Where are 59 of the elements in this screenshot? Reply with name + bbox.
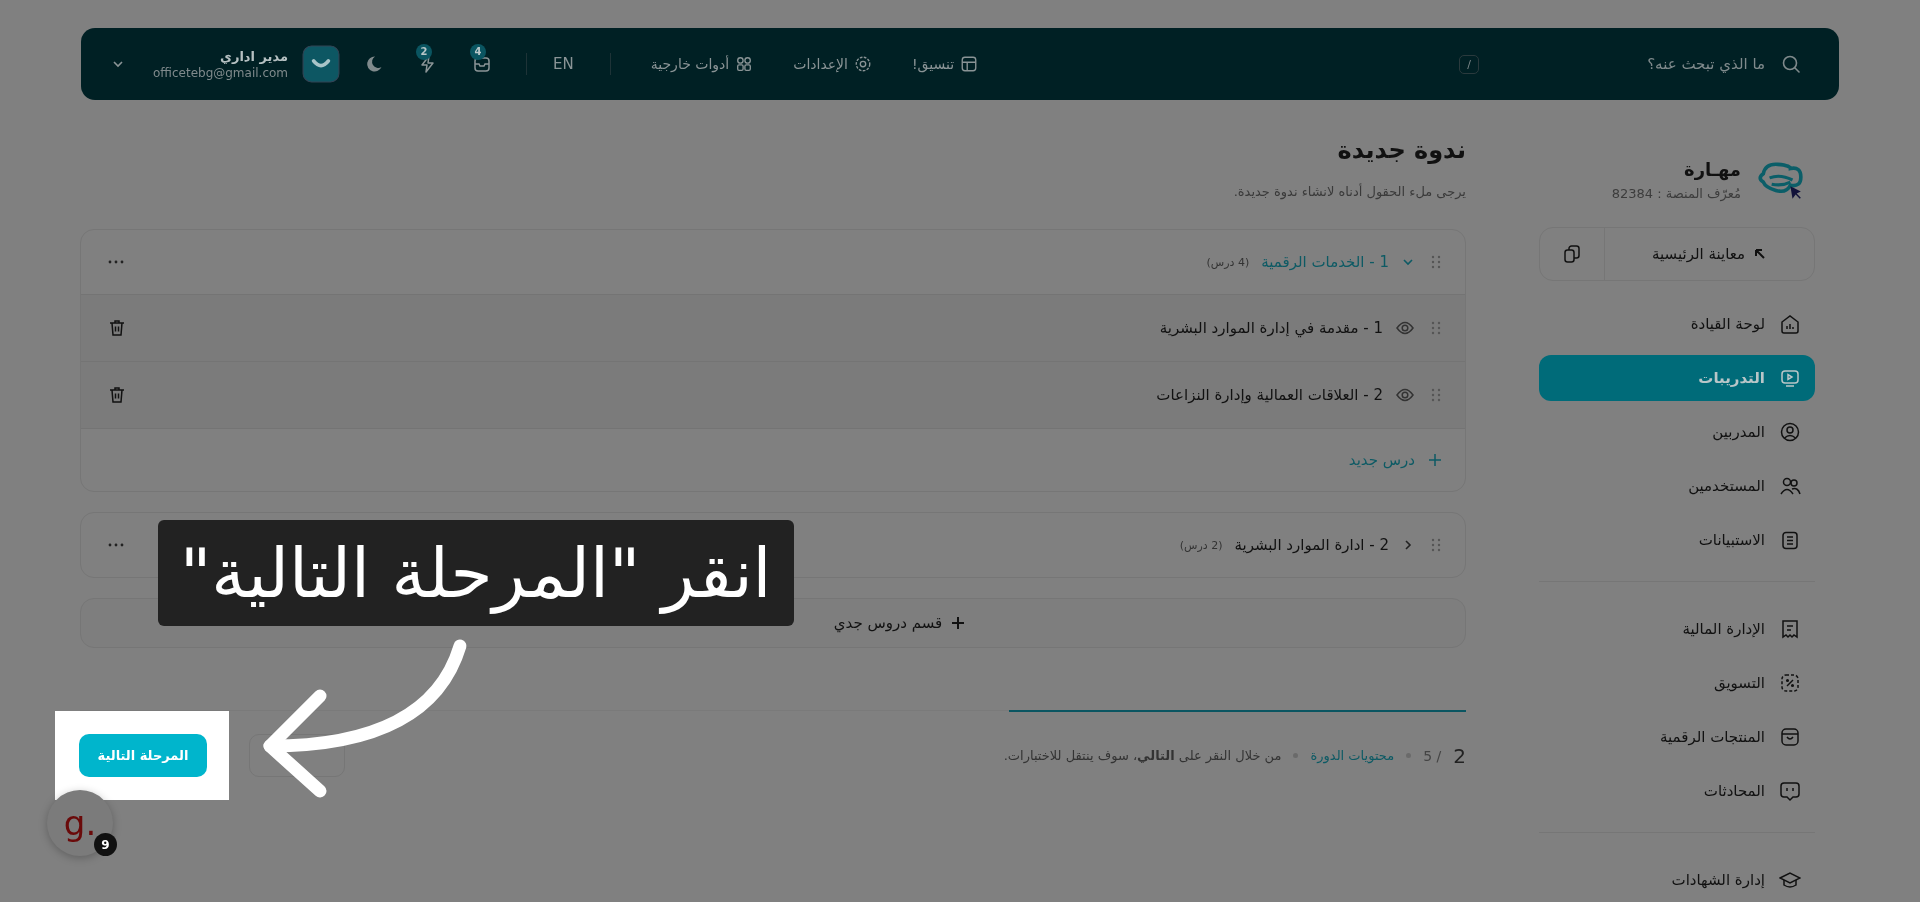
apps-icon xyxy=(735,55,754,73)
search-field[interactable]: ما الذي تبحث عنه؟ xyxy=(1563,54,1767,74)
chat-icon xyxy=(1779,780,1801,802)
help-badge: 9 xyxy=(94,833,117,856)
sidebar-item[interactable]: التدريبات xyxy=(1539,355,1815,401)
lesson-title[interactable]: 2 - العلاقات العمالية وإدارة النزاعات xyxy=(1156,386,1383,404)
bag-icon xyxy=(1779,726,1801,748)
sidebar-item[interactable]: لوحة القيادة xyxy=(1539,301,1815,347)
sidebar-item[interactable]: المحادثات xyxy=(1539,768,1815,814)
user-name: مدير اداري xyxy=(220,48,289,64)
nav-link[interactable]: أدوات خارجية xyxy=(650,55,754,73)
trash-icon[interactable] xyxy=(107,318,127,338)
language-label[interactable]: EN xyxy=(553,55,574,73)
sidebar-item[interactable]: إدارة الشهادات xyxy=(1539,857,1815,902)
sidebar-item[interactable]: الاستبيانات xyxy=(1539,517,1815,563)
lesson-title[interactable]: 1 - مقدمة في إدارة الموارد البشرية xyxy=(1159,319,1383,337)
arrow-icon xyxy=(1753,247,1767,261)
step-number: 2 xyxy=(1453,743,1466,768)
layout-icon xyxy=(960,55,979,73)
copy-icon xyxy=(1562,244,1582,264)
clipboard-icon xyxy=(1779,529,1801,551)
section-title[interactable]: 2 - ادارة الموارد البشرية xyxy=(1234,536,1389,554)
avatar[interactable] xyxy=(302,45,341,83)
nav-link[interactable]: تنسيق! xyxy=(912,55,979,73)
sidebar-item[interactable]: المستخدمين xyxy=(1539,463,1815,509)
graduation-cap-icon xyxy=(1779,869,1801,891)
nav-link[interactable]: الإعدادات xyxy=(793,55,872,73)
shortcut-key: / xyxy=(1459,54,1479,74)
users-icon xyxy=(1779,475,1801,497)
brand-name: مهـارة xyxy=(1683,159,1741,180)
page-subtitle: يرجى ملء الحقول أدناه لانشاء ندوة جديدة. xyxy=(1232,184,1466,199)
settings-icon xyxy=(854,55,872,73)
user-email: officetebg@gmail.com xyxy=(153,65,289,80)
hint-text: من خلال النقر على التالي، سوف ينتقل للاختبارات. xyxy=(1003,748,1282,763)
plus-icon xyxy=(950,615,967,631)
plus-icon xyxy=(1427,452,1443,468)
trash-icon[interactable] xyxy=(107,385,127,405)
inbox-icon[interactable] xyxy=(472,54,493,74)
step-total: / 5 xyxy=(1423,747,1442,764)
lesson-count: (2 درس) xyxy=(1179,538,1223,552)
search-icon[interactable] xyxy=(1781,54,1801,74)
dashboard-icon xyxy=(1779,313,1801,335)
user-circle-icon xyxy=(1779,421,1801,443)
next-step-button[interactable]: المرحلة التالية xyxy=(79,734,207,777)
sidebar-item[interactable]: المنتجات الرقمية xyxy=(1539,714,1815,760)
page-title: ندوة جديدة xyxy=(1336,136,1466,164)
platform-id: مُعرّف المنصة : 82384 xyxy=(1611,186,1741,201)
video-icon xyxy=(1779,367,1801,389)
back-button[interactable] xyxy=(249,734,345,777)
notification-badge: 4 xyxy=(470,44,487,60)
notification-badge: 2 xyxy=(416,44,433,60)
lesson-count: (4 درس) xyxy=(1206,255,1250,269)
preview-button[interactable]: معاينة الرئيسية xyxy=(1604,228,1814,280)
instruction-callout: انقر "المرحلة التالية" xyxy=(158,520,794,626)
sidebar-item[interactable]: الإدارة المالية xyxy=(1539,606,1815,652)
sidebar-item[interactable]: التسويق xyxy=(1539,660,1815,706)
sidebar-item[interactable]: المدربين xyxy=(1539,409,1815,455)
receipt-icon xyxy=(1779,618,1801,640)
discount-icon xyxy=(1779,672,1801,694)
